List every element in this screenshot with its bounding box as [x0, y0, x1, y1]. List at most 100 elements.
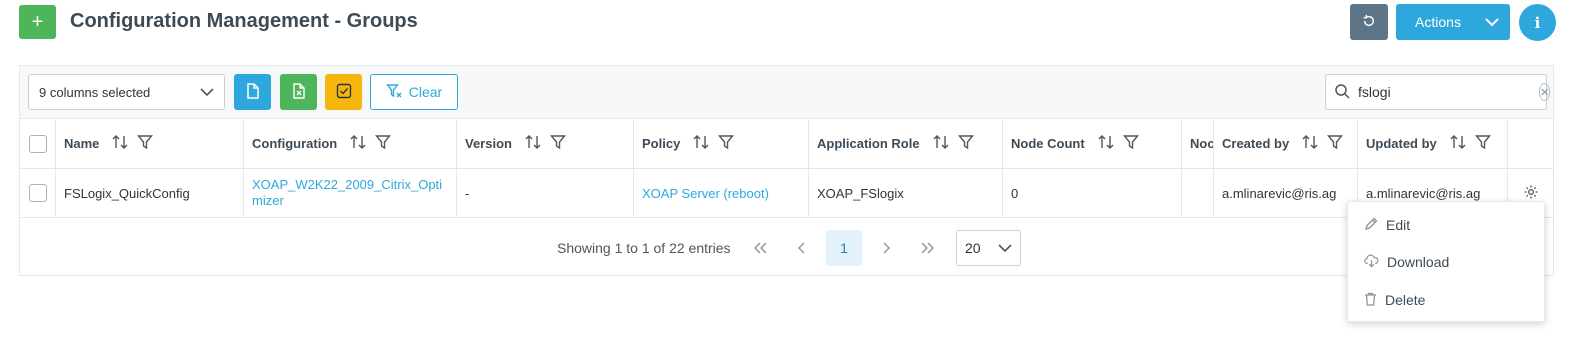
menu-item-delete[interactable]: Delete	[1348, 282, 1544, 318]
menu-item-label: Download	[1387, 254, 1450, 270]
sort-icon[interactable]	[524, 134, 542, 153]
column-header-label: Name	[64, 136, 100, 151]
previous-page-icon[interactable]	[784, 230, 820, 266]
sort-icon[interactable]	[111, 134, 129, 153]
refresh-button[interactable]	[1350, 4, 1388, 40]
column-header-noc[interactable]: Noc	[1182, 119, 1214, 168]
checkbox-check-icon	[336, 83, 352, 102]
configuration-link[interactable]: XOAP_W2K22_2009_Citrix_Optimizer	[252, 177, 452, 209]
cloud-download-icon	[1364, 254, 1379, 271]
filter-icon[interactable]	[1122, 134, 1139, 153]
sort-icon[interactable]	[349, 134, 367, 153]
sort-icon[interactable]	[692, 134, 710, 153]
page-button-current[interactable]: 1	[826, 230, 862, 266]
next-page-icon[interactable]	[868, 230, 904, 266]
pagination: Showing 1 to 1 of 22 entries 1 20	[20, 218, 1553, 276]
menu-item-label: Delete	[1385, 292, 1426, 308]
menu-item-label: Edit	[1386, 217, 1411, 233]
table-row: FSLogix_QuickConfig XOAP_W2K22_2009_Citr…	[20, 169, 1553, 218]
column-header-actions	[1508, 119, 1554, 168]
filter-icon[interactable]	[1474, 134, 1491, 153]
filter-icon[interactable]	[549, 134, 566, 153]
actions-label: Actions	[1415, 14, 1461, 30]
created-by-value: a.mlinarevic@ris.ag	[1222, 185, 1337, 201]
add-group-button[interactable]: +	[19, 5, 56, 39]
export-excel-button[interactable]	[280, 74, 317, 110]
column-header-label: Version	[465, 136, 512, 151]
actions-dropdown-button[interactable]: Actions	[1396, 4, 1510, 40]
refresh-icon	[1362, 14, 1376, 31]
filter-icon[interactable]	[375, 134, 392, 153]
file-icon	[246, 82, 260, 102]
search-input[interactable]	[1358, 84, 1539, 100]
sort-icon[interactable]	[1097, 134, 1115, 153]
version-value: -	[465, 185, 470, 201]
chevron-down-icon	[998, 240, 1012, 256]
filter-icon[interactable]	[137, 134, 154, 153]
column-header-configuration[interactable]: Configuration	[244, 119, 457, 168]
column-selector[interactable]: 9 columns selected	[28, 74, 225, 110]
cell-name: FSLogix_QuickConfig	[56, 169, 244, 217]
search-field[interactable]: ✕	[1325, 74, 1551, 110]
cell-created-by: a.mlinarevic@ris.ag	[1214, 169, 1358, 217]
node-count-value: 0	[1011, 185, 1019, 201]
table-toolbar: 9 columns selected Clear fslogi ✕	[20, 66, 1553, 119]
cell-noc	[1182, 169, 1214, 217]
excel-file-icon	[292, 82, 306, 102]
chevron-down-icon	[1474, 17, 1510, 27]
sort-icon[interactable]	[1301, 134, 1319, 153]
column-header-label: Updated by	[1366, 136, 1437, 151]
pencil-icon	[1364, 217, 1378, 234]
table-header-row: Name Configuration Version Policy Applic…	[20, 119, 1553, 169]
select-all-checkbox[interactable]	[28, 134, 47, 153]
page-size-select[interactable]: 20	[956, 230, 1021, 266]
column-header-label: Noc	[1190, 136, 1214, 151]
clear-search-icon[interactable]: ✕	[1539, 83, 1551, 101]
select-all-button[interactable]	[325, 74, 362, 110]
cell-version: -	[457, 169, 634, 217]
clear-filters-label: Clear	[408, 84, 443, 100]
column-header-created-by[interactable]: Created by	[1214, 119, 1358, 168]
group-name: FSLogix_QuickConfig	[64, 185, 190, 201]
first-page-icon[interactable]	[742, 230, 778, 266]
row-checkbox-cell	[20, 169, 56, 217]
info-button[interactable]: i	[1519, 4, 1556, 41]
select-all-checkbox-cell	[20, 119, 56, 168]
filter-icon[interactable]	[718, 134, 735, 153]
groups-table-panel: 9 columns selected Clear fslogi ✕ Name C…	[19, 65, 1554, 276]
row-checkbox[interactable]	[28, 184, 47, 202]
export-csv-button[interactable]	[234, 74, 271, 110]
clear-filters-button[interactable]: Clear	[370, 74, 458, 110]
column-header-label: Node Count	[1011, 136, 1085, 151]
column-header-name[interactable]: Name	[56, 119, 244, 168]
pagination-info: Showing 1 to 1 of 22 entries	[557, 240, 731, 256]
column-header-label: Created by	[1222, 136, 1290, 151]
chevron-down-icon	[200, 85, 214, 100]
column-header-policy[interactable]: Policy	[634, 119, 809, 168]
column-header-node-count[interactable]: Node Count	[1003, 119, 1182, 168]
policy-link[interactable]: XOAP Server (reboot)	[642, 186, 769, 201]
sort-icon[interactable]	[932, 134, 950, 153]
search-icon	[1334, 83, 1350, 102]
column-selector-value: 9 columns selected	[39, 84, 151, 100]
column-header-label: Configuration	[252, 136, 338, 151]
row-context-menu: Edit Download Delete	[1347, 201, 1545, 322]
page-size-value: 20	[965, 240, 981, 256]
updated-by-value: a.mlinarevic@ris.ag	[1366, 185, 1481, 201]
last-page-icon[interactable]	[910, 230, 946, 266]
application-role-value: XOAP_FSlogix	[817, 185, 904, 201]
column-header-updated-by[interactable]: Updated by	[1358, 119, 1508, 168]
column-header-version[interactable]: Version	[457, 119, 634, 168]
column-header-application-role[interactable]: Application Role	[809, 119, 1003, 168]
cell-policy: XOAP Server (reboot)	[634, 169, 809, 217]
trash-icon	[1364, 292, 1377, 309]
column-header-label: Application Role	[817, 136, 920, 151]
menu-item-edit[interactable]: Edit	[1348, 207, 1544, 243]
gear-icon[interactable]	[1523, 184, 1539, 203]
column-header-label: Policy	[642, 136, 681, 151]
filter-icon[interactable]	[957, 134, 974, 153]
filter-icon[interactable]	[1327, 134, 1344, 153]
cell-node-count: 0	[1003, 169, 1182, 217]
sort-icon[interactable]	[1449, 134, 1467, 153]
menu-item-download[interactable]: Download	[1348, 244, 1544, 280]
